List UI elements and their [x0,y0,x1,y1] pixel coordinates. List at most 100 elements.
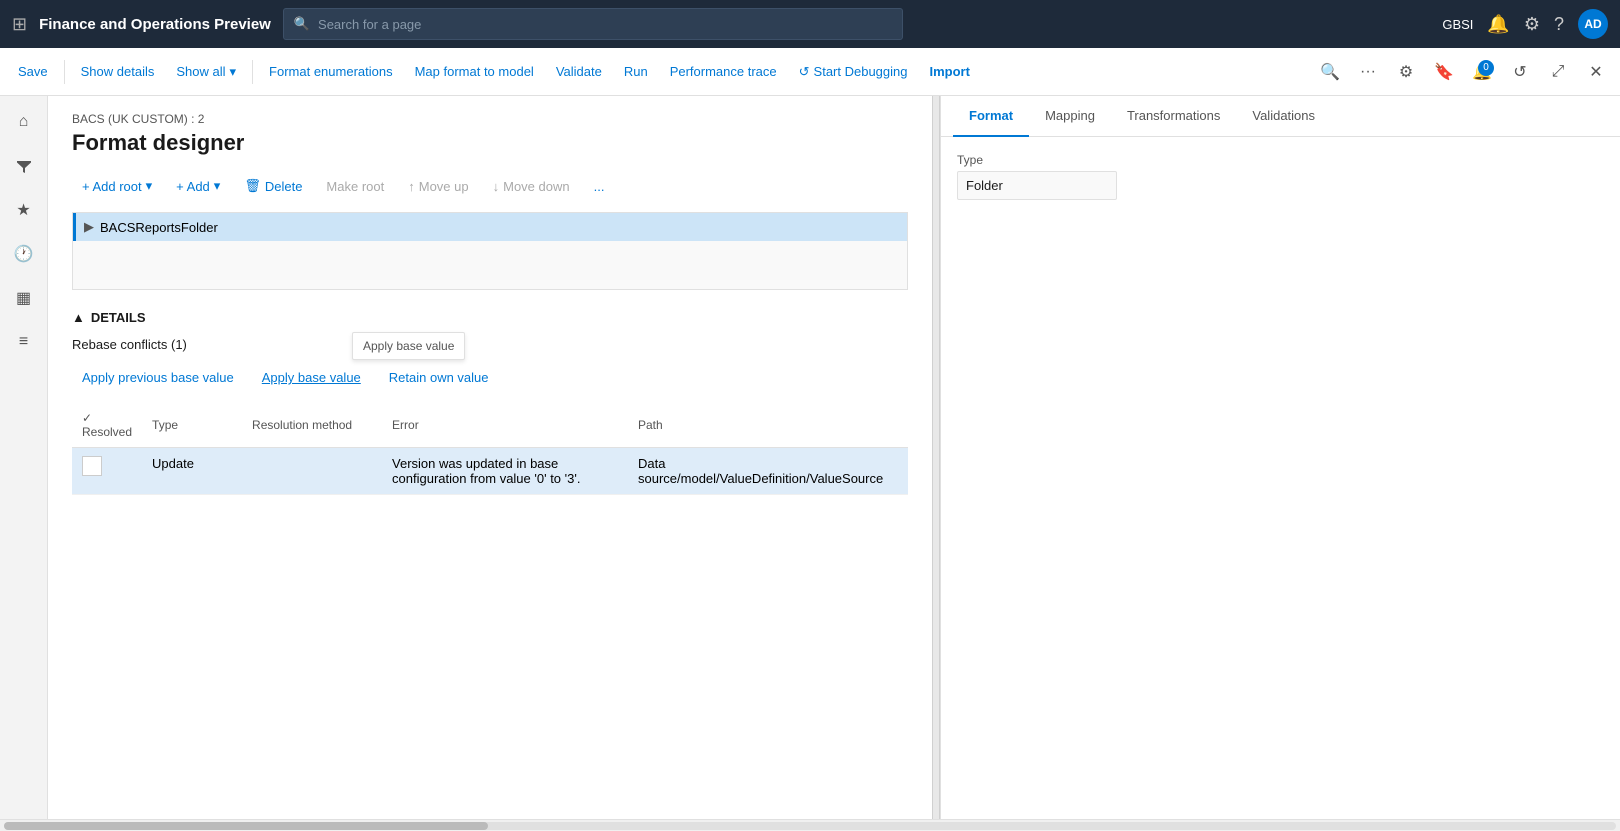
tree-empty-space [73,241,907,289]
add-button[interactable]: + Add ▾ [166,172,230,200]
td-type: Update [142,448,242,495]
import-button[interactable]: Import [919,58,979,85]
type-field-label: Type [957,153,1604,167]
search-toolbar-icon[interactable]: 🔍 [1314,56,1346,88]
bell-icon[interactable]: 🔔 [1487,14,1509,35]
header-check-icon: ✓ [82,411,92,425]
more-options-button[interactable]: ··· [1352,56,1384,88]
add-chevron: ▾ [214,178,221,194]
breadcrumb: BACS (UK CUSTOM) : 2 [72,112,908,126]
sidebar-item-home[interactable]: ⌂ [6,104,42,140]
delete-icon: 🗑 [244,178,261,194]
expand-icon[interactable]: ⤢ [1542,56,1574,88]
validate-button[interactable]: Validate [546,58,612,85]
th-error: Error [382,403,628,448]
sidebar-item-list[interactable]: ≡ [6,324,42,360]
search-placeholder: Search for a page [318,17,421,32]
delete-button[interactable]: 🗑 Delete [234,172,312,200]
scrollbar-thumb [4,822,488,830]
td-path: Data source/model/ValueDefinition/ValueS… [628,448,908,495]
sidebar-item-star[interactable]: ★ [6,192,42,228]
conflict-table-container: ✓ Resolved Type Resolution method Error … [72,403,908,495]
show-all-label: Show all [176,64,225,79]
tree-node-label: BACSReportsFolder [100,220,218,235]
type-field-value: Folder [957,171,1117,200]
tree-expand-icon[interactable]: ▶ [84,219,94,235]
move-down-label: Move down [503,179,569,194]
toolbar-right-icons: 🔍 ··· ⚙ 🔖 🔔 0 ↺ ⤢ ✕ [1314,56,1612,88]
add-root-button[interactable]: + Add root ▾ [72,172,162,200]
performance-trace-button[interactable]: Performance trace [660,58,787,85]
add-label: + Add [176,179,210,194]
tree-container: ▶ BACSReportsFolder [72,212,908,290]
add-root-chevron: ▾ [146,178,153,194]
search-icon: 🔍 [294,16,310,32]
row-checkbox[interactable] [82,456,102,476]
page-title: Format designer [72,130,908,156]
conflict-actions: Apply base value Apply previous base val… [72,364,908,391]
map-format-button[interactable]: Map format to model [405,58,544,85]
start-debugging-button[interactable]: ↺ Start Debugging [789,58,918,86]
th-resolved-label: Resolved [82,425,132,439]
th-path: Path [628,403,908,448]
table-body: Update Version was updated in base confi… [72,448,908,495]
more-actions-button[interactable]: ... [584,173,615,200]
details-header[interactable]: ▲ DETAILS [72,310,908,325]
grid-icon[interactable]: ⊞ [12,14,27,35]
table-row[interactable]: Update Version was updated in base confi… [72,448,908,495]
toolbar: Save Show details Show all ▾ Format enum… [0,48,1620,96]
chevron-down-icon: ▾ [230,64,237,80]
help-icon[interactable]: ? [1554,14,1564,35]
show-all-button[interactable]: Show all ▾ [166,58,246,86]
tab-mapping[interactable]: Mapping [1029,96,1111,137]
collapse-icon: ▲ [72,310,85,325]
left-sidebar: ⌂ ★ 🕐 ▦ ≡ [0,96,48,819]
refresh-icon[interactable]: ↺ [1504,56,1536,88]
tooltip-apply-base: Apply base value [352,332,465,360]
topbar-right: GBSI 🔔 ⚙ ? AD [1442,9,1608,39]
th-resolution: Resolution method [242,403,382,448]
th-resolved: ✓ Resolved [72,403,142,448]
settings-icon[interactable]: ⚙ [1524,14,1540,35]
type-field-row: Type Folder [957,153,1604,200]
notification-count: 0 [1478,60,1494,76]
tab-format[interactable]: Format [953,96,1029,137]
move-down-button[interactable]: ↓ Move down [483,173,580,200]
separator-2 [252,60,253,84]
tree-row-bacsreportsfolder[interactable]: ▶ BACSReportsFolder [73,213,907,241]
bottom-scrollbar[interactable] [0,819,1620,831]
settings-toolbar-icon[interactable]: ⚙ [1390,56,1422,88]
sidebar-item-clock[interactable]: 🕐 [6,236,42,272]
avatar[interactable]: AD [1578,9,1608,39]
tree-resize-handle[interactable] [932,96,940,819]
move-up-button[interactable]: ↑ Move up [398,173,478,200]
org-label: GBSI [1442,17,1473,32]
td-resolution [242,448,382,495]
move-down-icon: ↓ [493,179,500,194]
apply-base-button[interactable]: Apply base value [252,364,371,391]
notification-badge-wrap: 🔔 0 [1466,56,1498,88]
retain-own-button[interactable]: Retain own value [379,364,499,391]
run-button[interactable]: Run [614,58,658,85]
action-bar: + Add root ▾ + Add ▾ 🗑 Delete Make root … [72,172,908,200]
sidebar-item-grid[interactable]: ▦ [6,280,42,316]
right-panel-content: Type Folder [941,137,1620,819]
td-resolved [72,448,142,495]
save-button[interactable]: Save [8,58,58,85]
search-bar[interactable]: 🔍 Search for a page [283,8,903,40]
scrollbar-track [4,822,1616,830]
bookmark-icon[interactable]: 🔖 [1428,56,1460,88]
content-area: BACS (UK CUSTOM) : 2 Format designer + A… [48,96,932,819]
tab-transformations[interactable]: Transformations [1111,96,1236,137]
close-icon[interactable]: ✕ [1580,56,1612,88]
format-enumerations-button[interactable]: Format enumerations [259,58,403,85]
separator-1 [64,60,65,84]
show-details-button[interactable]: Show details [71,58,165,85]
apply-previous-button[interactable]: Apply previous base value [72,364,244,391]
td-error: Version was updated in base configuratio… [382,448,628,495]
rebase-conflicts-title: Rebase conflicts (1) [72,337,908,352]
tab-validations[interactable]: Validations [1236,96,1331,137]
app-title: Finance and Operations Preview [39,16,271,33]
make-root-button[interactable]: Make root [316,173,394,200]
sidebar-item-filter[interactable] [6,148,42,184]
